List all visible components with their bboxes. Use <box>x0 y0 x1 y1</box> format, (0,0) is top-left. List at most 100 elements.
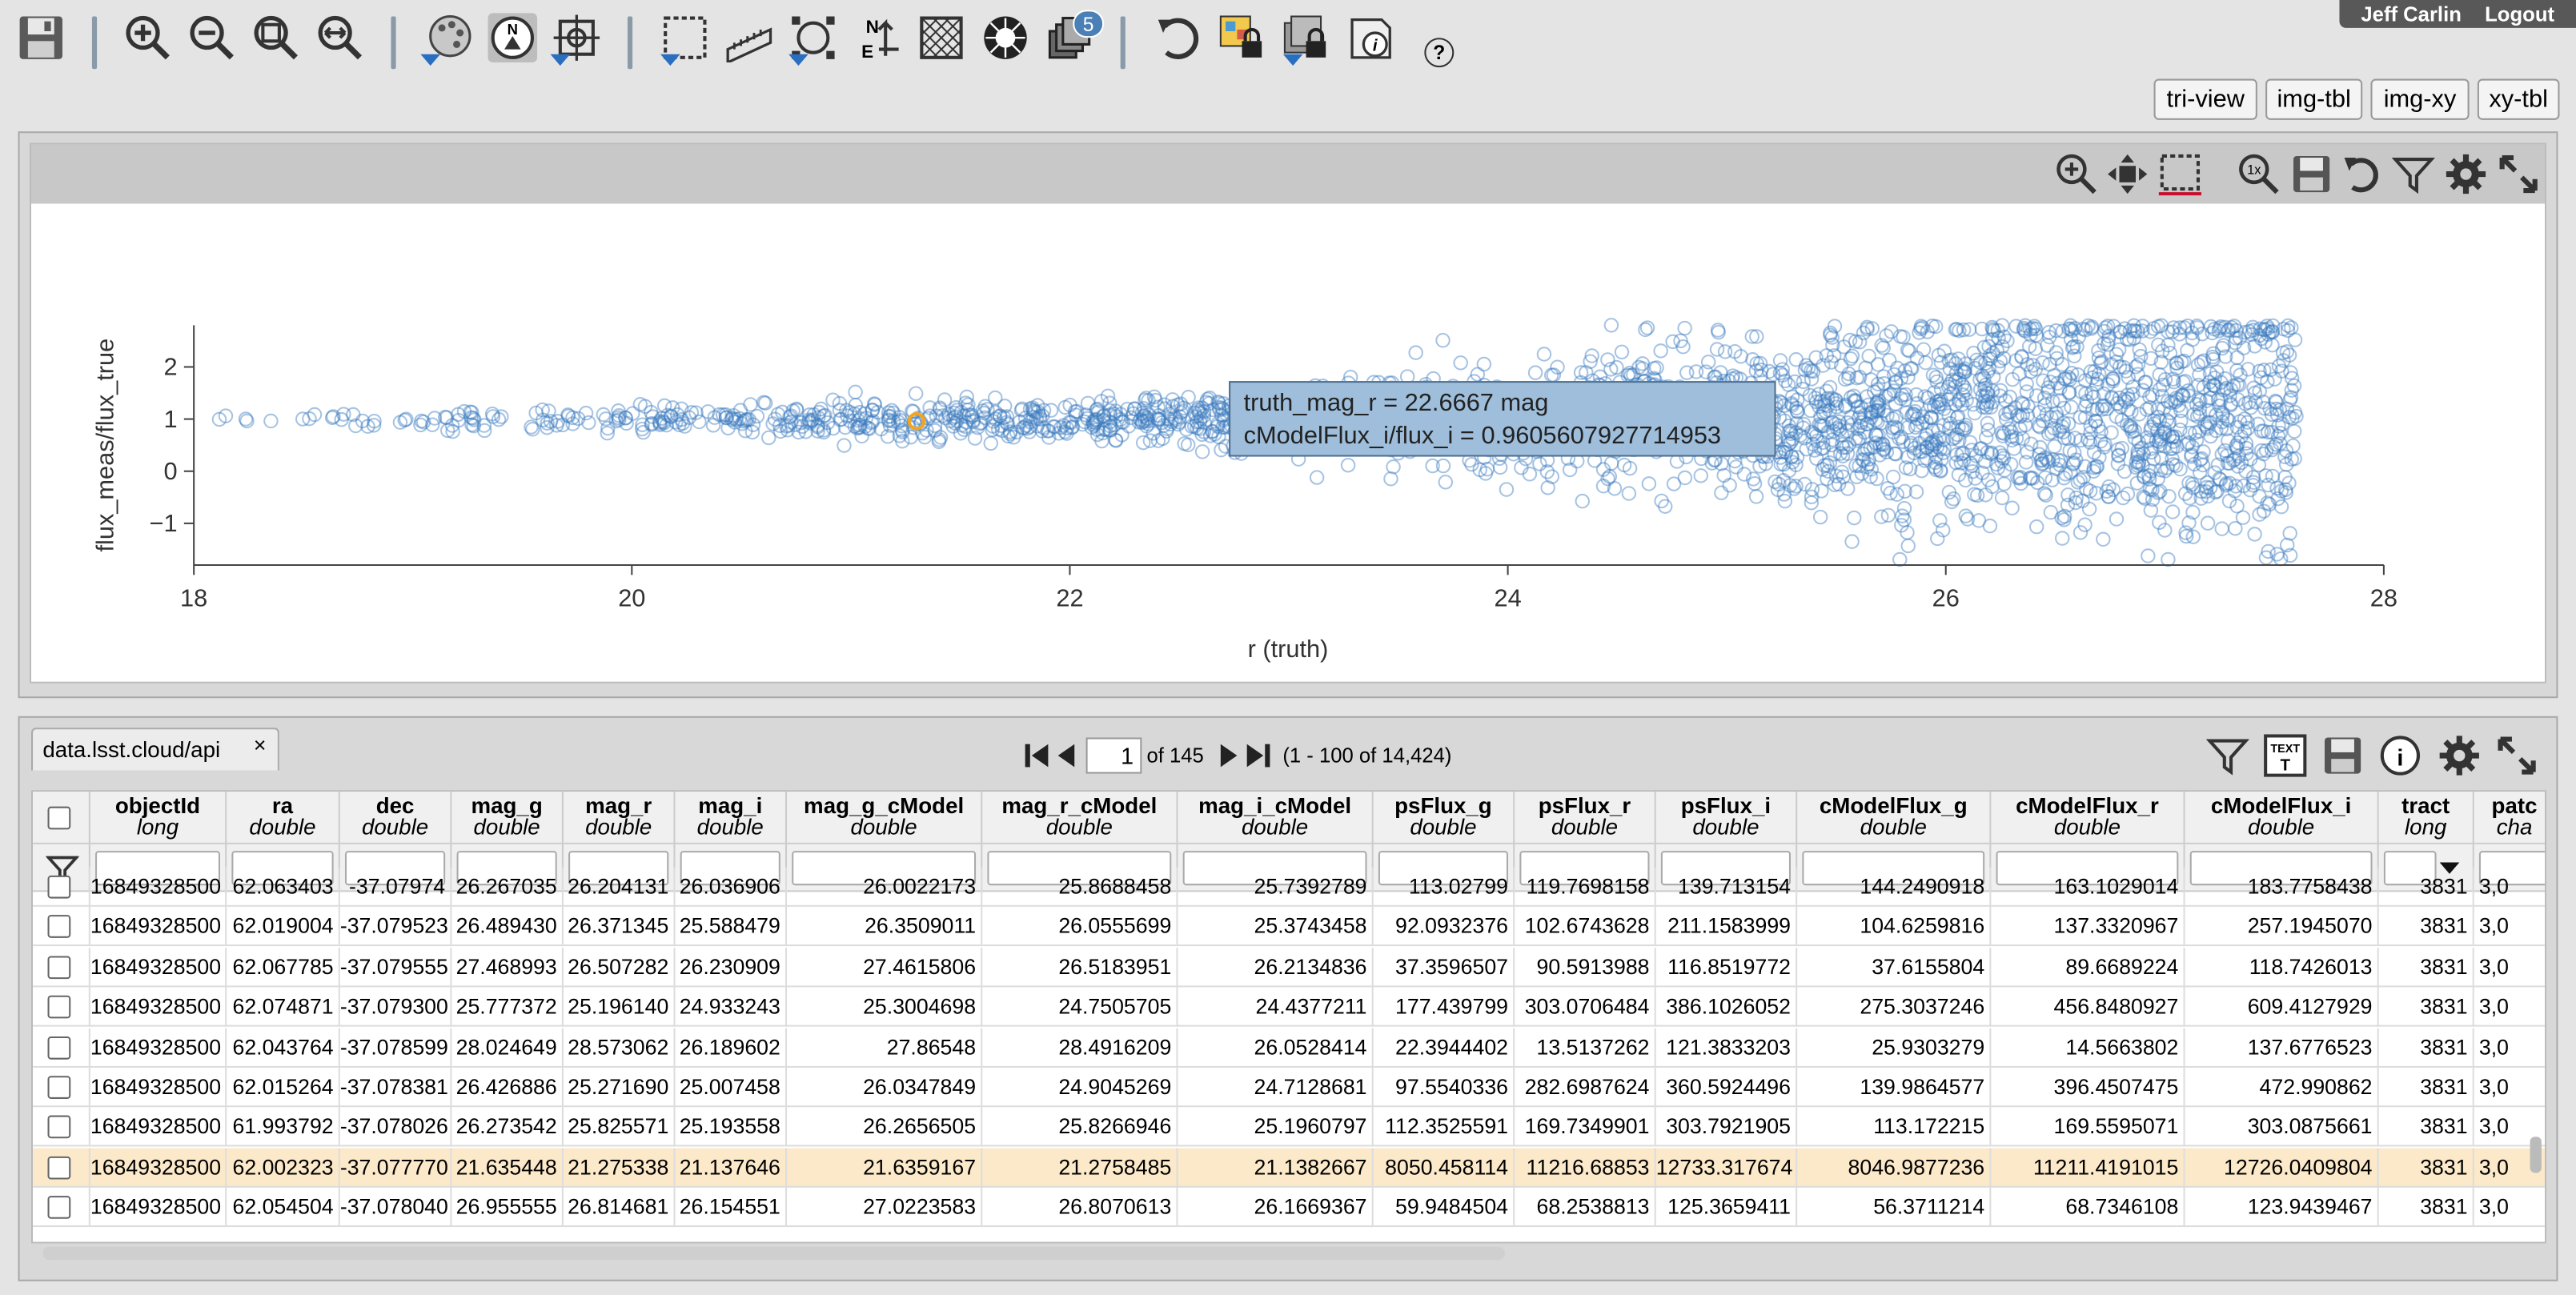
row-checkbox[interactable] <box>47 996 71 1019</box>
scatter-point[interactable] <box>1722 478 1737 493</box>
logout-link[interactable]: Logout <box>2485 2 2554 26</box>
row-checkbox[interactable] <box>47 875 71 899</box>
scatter-point[interactable] <box>1881 352 1897 368</box>
table-tab[interactable]: data.lsst.cloud/api × <box>30 728 279 771</box>
scatter-point[interactable] <box>2287 332 2303 347</box>
scatter-point[interactable] <box>1747 475 1763 491</box>
scatter-point[interactable] <box>837 438 852 453</box>
scatter-point[interactable] <box>1641 476 1657 491</box>
scatter-point[interactable] <box>1438 475 1454 490</box>
scatter-point[interactable] <box>1844 534 1860 549</box>
view-xy-tbl-button[interactable]: xy-tbl <box>2477 78 2560 120</box>
restore-icon[interactable] <box>2341 153 2384 195</box>
scatter-point[interactable] <box>2141 548 2156 563</box>
row-checkbox[interactable] <box>47 956 71 979</box>
scatter-point[interactable] <box>1621 486 1637 501</box>
scatter-point[interactable] <box>2047 439 2062 455</box>
scatter-point[interactable] <box>1679 365 1695 380</box>
select-icon[interactable] <box>2158 153 2202 196</box>
lock-image-icon[interactable] <box>1218 13 1267 62</box>
table-row[interactable]: 16849328500 62.002323 -37.077770 21.635448 2… <box>33 1148 2546 1188</box>
scatter-point[interactable] <box>1614 344 1630 360</box>
scatter-point[interactable] <box>908 386 924 401</box>
table-row[interactable]: 16849328500 61.993792 -37.078026 26.273542 2… <box>33 1108 2546 1148</box>
scatter-point[interactable] <box>1748 489 1764 504</box>
scatter-point[interactable] <box>2214 521 2229 536</box>
scatter-point[interactable] <box>2235 510 2251 525</box>
distance-tool-icon[interactable] <box>724 13 774 62</box>
scatter-point[interactable] <box>2109 347 2125 362</box>
scatter-point[interactable] <box>1527 365 1543 380</box>
scatter-point[interactable] <box>1900 538 1916 554</box>
scatter-point[interactable] <box>1653 343 1668 359</box>
scatter-point[interactable] <box>1540 480 1555 495</box>
scatter-point[interactable] <box>1532 456 1547 471</box>
table-row[interactable]: 16849328500 62.067785 -37.079555 27.468993 2… <box>33 947 2546 988</box>
scatter-point[interactable] <box>1408 345 1423 360</box>
marker-dropdown-arrow[interactable] <box>788 54 809 66</box>
scatter-point[interactable] <box>2096 531 2111 547</box>
scatter-point[interactable] <box>263 413 279 429</box>
column-header-objectid[interactable]: objectId long <box>90 792 227 844</box>
table-row[interactable]: 16849328500 62.019004 -37.079523 26.489430 2… <box>33 907 2546 947</box>
scatter-point[interactable] <box>1435 333 1451 348</box>
vertical-scrollbar[interactable] <box>2530 1137 2542 1173</box>
scatter-point[interactable] <box>1714 485 1729 500</box>
scatter-point[interactable] <box>2029 519 2044 535</box>
scatter-point[interactable] <box>2055 531 2070 546</box>
zoom-out-icon[interactable] <box>187 13 237 62</box>
scatter-point[interactable] <box>2004 500 2020 516</box>
scatter-point[interactable] <box>983 435 998 451</box>
column-header-cmodelflux_i[interactable]: cModelFlux_i double <box>2185 792 2379 844</box>
select-dropdown-arrow[interactable] <box>660 54 680 66</box>
grid-icon[interactable] <box>917 13 966 62</box>
scatter-point[interactable] <box>2165 504 2181 519</box>
scatter-point[interactable] <box>2252 488 2267 504</box>
row-checkbox[interactable] <box>47 1196 71 1220</box>
column-header-tract[interactable]: tract long <box>2379 792 2474 844</box>
scatter-point[interactable] <box>2161 551 2176 567</box>
scatter-point[interactable] <box>1892 551 1908 567</box>
scatter-point[interactable] <box>848 384 863 400</box>
scatter-point[interactable] <box>1996 476 2012 491</box>
scatter-point[interactable] <box>1709 342 1725 357</box>
scatter-point[interactable] <box>2081 501 2097 517</box>
view-img-xy-button[interactable]: img-xy <box>2370 78 2470 120</box>
scatter-point[interactable] <box>1453 355 1468 371</box>
column-header-cmodelflux_r[interactable]: cModelFlux_r double <box>1991 792 2185 844</box>
scatter-point[interactable] <box>1214 442 1229 458</box>
image-info-icon[interactable]: i <box>1346 13 1395 62</box>
table-row[interactable]: 16849328500 62.074871 -37.079300 25.777372 2… <box>33 987 2546 1028</box>
page-input[interactable]: 1 <box>1085 737 1142 774</box>
scatter-point[interactable] <box>1181 390 1196 405</box>
scatter-point[interactable] <box>1859 389 1875 404</box>
scatter-point[interactable] <box>2162 346 2178 361</box>
column-header-psflux_i[interactable]: psFlux_i double <box>1656 792 1798 844</box>
table-filter-icon[interactable] <box>2205 734 2250 776</box>
scatter-point[interactable] <box>596 407 612 423</box>
zoom-fill-icon[interactable] <box>315 13 365 62</box>
first-page-icon[interactable] <box>1022 737 1052 773</box>
table-info-icon[interactable]: i <box>2379 734 2422 776</box>
scatter-point[interactable] <box>1536 347 1552 362</box>
row-checkbox[interactable] <box>47 1116 71 1140</box>
scatter-point[interactable] <box>1194 444 1210 459</box>
scatter-point[interactable] <box>2060 487 2076 503</box>
prev-page-icon[interactable] <box>1051 737 1081 773</box>
table-row[interactable]: 16849328500 62.015264 -37.078381 26.426886 2… <box>33 1067 2546 1108</box>
scatter-point[interactable] <box>1603 318 1619 333</box>
flip-icon[interactable]: NE <box>853 13 902 62</box>
scatter-point[interactable] <box>494 409 509 424</box>
scatter-point[interactable] <box>1309 470 1325 485</box>
column-header-ra[interactable]: ra double <box>227 792 340 844</box>
column-header-psflux_g[interactable]: psFlux_g double <box>1374 792 1515 844</box>
target-dropdown-arrow[interactable] <box>550 54 571 66</box>
scatter-point[interactable] <box>2020 444 2035 460</box>
scatter-point[interactable] <box>1994 490 2010 506</box>
scatter-point[interactable] <box>1788 352 1804 367</box>
rotate-icon[interactable] <box>1154 13 1203 62</box>
column-header-patc[interactable]: patc cha <box>2474 792 2545 844</box>
row-checkbox[interactable] <box>47 1036 71 1059</box>
last-page-icon[interactable] <box>1243 737 1273 773</box>
lock-dropdown-arrow[interactable] <box>1282 54 1303 66</box>
